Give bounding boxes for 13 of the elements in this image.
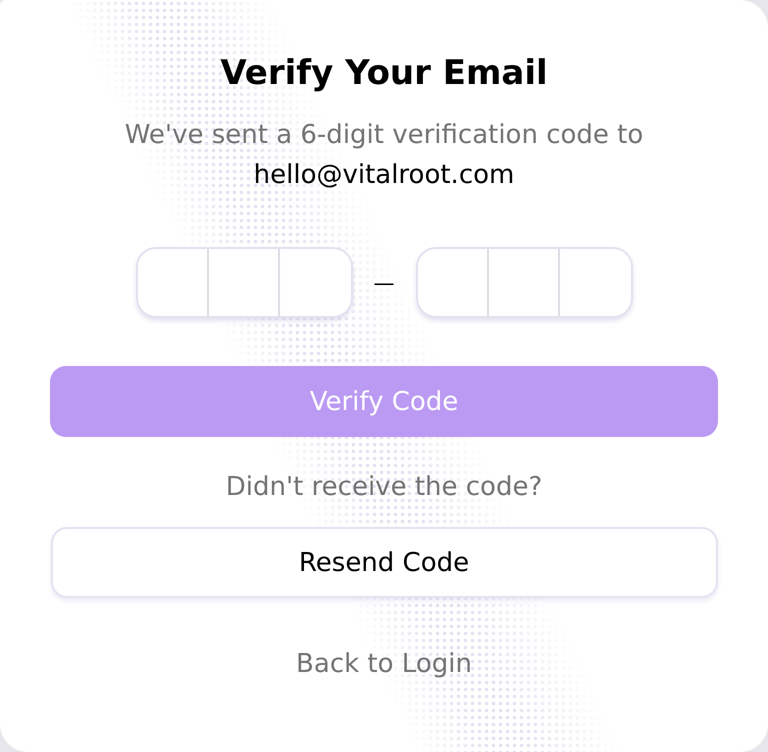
code-digit-field[interactable] [208, 249, 280, 316]
code-digit-field[interactable] [280, 249, 350, 316]
resend-prompt: Didn't receive the code? [226, 471, 542, 504]
email-address: hello@vitalroot.com [254, 159, 514, 192]
code-digit-field[interactable] [138, 249, 208, 316]
resend-code-button[interactable]: Resend Code [50, 527, 718, 598]
instruction-text: We've sent a 6-digit verification code to [124, 119, 644, 152]
code-digit-field[interactable] [418, 249, 488, 316]
code-digit-field[interactable] [560, 249, 630, 316]
code-separator: — [372, 270, 396, 296]
back-to-login-link[interactable]: Back to Login [296, 644, 472, 684]
code-digit-field[interactable] [488, 249, 560, 316]
dialog-title: Verify Your Email [220, 53, 548, 93]
